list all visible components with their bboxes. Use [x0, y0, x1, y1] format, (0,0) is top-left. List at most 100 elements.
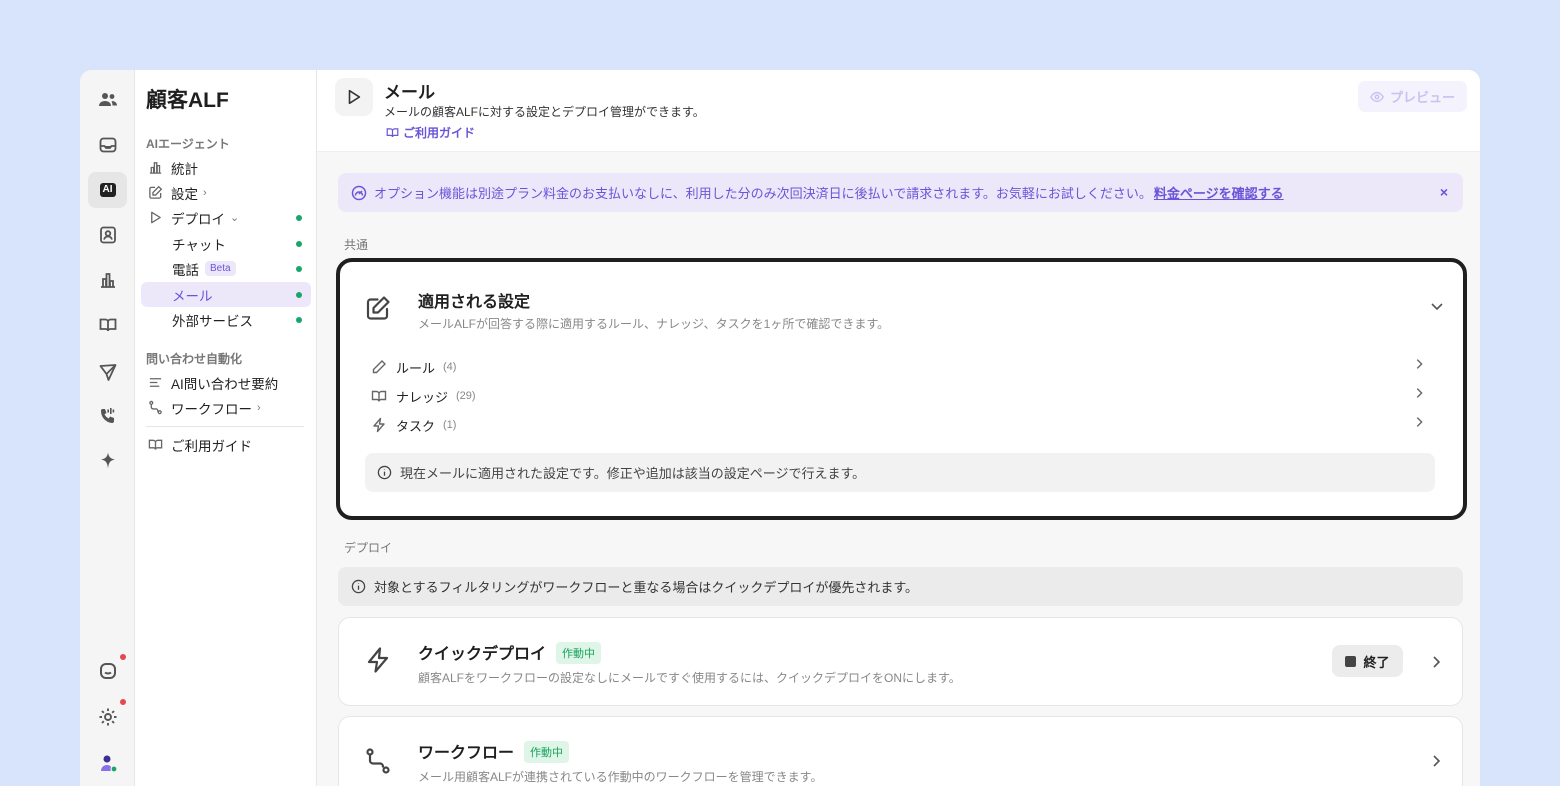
pencil-icon	[371, 359, 387, 375]
row-count: (4)	[443, 361, 457, 373]
beta-badge: Beta	[205, 261, 236, 276]
sidebar-item-settings[interactable]: 設定 ›	[141, 180, 311, 205]
chevron-right-icon: ›	[203, 186, 207, 199]
notification-dot	[120, 654, 126, 660]
gauge-icon	[351, 185, 367, 200]
pricing-link[interactable]: 料金ページを確認する	[1154, 183, 1284, 202]
settings-row-tasks[interactable]: タスク (1)	[371, 413, 1426, 437]
close-icon[interactable]: ×	[1440, 184, 1448, 200]
row-count: (1)	[443, 419, 457, 431]
sidebar-item-guide[interactable]: ご利用ガイド	[141, 432, 311, 457]
guide-link[interactable]: ご利用ガイド	[386, 124, 475, 141]
workflow-card[interactable]: ワークフロー 作動中 メール用顧客ALFが連携されている作動中のワークフローを管理…	[338, 716, 1463, 786]
section-deploy: デプロイ	[344, 541, 393, 555]
settings-row-rules[interactable]: ルール (4)	[371, 355, 1426, 379]
active-dot	[296, 266, 302, 272]
status-badge: 作動中	[524, 741, 570, 763]
sidebar-item-mail[interactable]: メール	[141, 282, 311, 307]
sidebar-item-label: 統計	[171, 161, 198, 177]
applied-settings-title: 適用される設定	[418, 294, 531, 311]
sidebar-item-workflow[interactable]: ワークフロー ›	[141, 395, 311, 420]
status-badge: 作動中	[556, 642, 602, 664]
chevron-down-icon: ⌄	[230, 212, 240, 224]
stop-icon	[1345, 655, 1357, 667]
brand-title: 顧客ALF	[146, 89, 229, 112]
sidebar-item-external[interactable]: 外部サービス	[141, 307, 311, 332]
send-icon[interactable]	[88, 354, 127, 390]
page-title: メール	[384, 83, 435, 102]
phone-icon[interactable]	[88, 398, 127, 434]
chevron-right-icon[interactable]	[1428, 654, 1444, 675]
section-common: 共通	[344, 238, 369, 252]
book-icon[interactable]	[88, 307, 127, 343]
deploy-info-text: 対象とするフィルタリングがワークフローと重なる場合はクイックデプロイが優先されま…	[374, 580, 919, 595]
sidebar-item-label: チャット	[172, 237, 226, 253]
analytics-icon[interactable]	[88, 262, 127, 298]
sidebar-item-summary[interactable]: AI問い合わせ要約	[141, 370, 311, 395]
book-icon	[371, 388, 387, 404]
lightning-icon	[364, 646, 392, 674]
banner-text: オプション機能は別途プラン料金のお支払いなしに、利用した分のみ次回決済日に後払い…	[374, 186, 1152, 201]
sidebar-item-label: 電話	[172, 262, 199, 278]
note-text: 現在メールに適用された設定です。修正や追加は該当の設定ページで行えます。	[400, 466, 866, 481]
chevron-down-icon[interactable]	[1429, 298, 1445, 319]
chevron-right-icon[interactable]	[1428, 753, 1444, 774]
people-icon[interactable]	[88, 82, 127, 118]
active-dot	[296, 241, 302, 247]
row-label: ナレッジ	[396, 389, 449, 405]
ai-agent-icon[interactable]: AI	[88, 172, 127, 208]
sidebar: 顧客ALF AIエージェント 統計 設定 › デプロイ ⌄ チャット 電話 Be…	[136, 70, 317, 786]
active-dot	[296, 292, 302, 298]
active-dot	[296, 317, 302, 323]
settings-row-knowledge[interactable]: ナレッジ (29)	[371, 384, 1426, 408]
workflow-description: メール用顧客ALFが連携されている作動中のワークフローを管理できます。	[418, 770, 823, 784]
chevron-right-icon	[1412, 386, 1426, 403]
sidebar-item-stats[interactable]: 統計	[141, 155, 311, 180]
avatar[interactable]	[88, 745, 127, 781]
preview-button[interactable]: プレビュー	[1358, 81, 1467, 112]
lightning-icon	[371, 417, 387, 433]
sparkle-icon[interactable]	[88, 443, 127, 479]
divider	[146, 426, 304, 427]
chevron-right-icon: ›	[257, 401, 261, 414]
stop-button-label: 終了	[1363, 654, 1390, 670]
active-dot	[296, 215, 302, 221]
contact-icon[interactable]	[88, 217, 127, 253]
sidebar-item-deploy[interactable]: デプロイ ⌄	[141, 205, 311, 230]
workflow-icon	[147, 400, 163, 416]
quick-deploy-title-row: クイックデプロイ 作動中	[418, 640, 602, 664]
section-inquiry-automation: 問い合わせ自動化	[146, 352, 243, 366]
notification-dot	[120, 699, 126, 705]
section-ai-agent: AIエージェント	[146, 137, 230, 151]
chart-icon	[147, 160, 163, 176]
sidebar-item-label: ワークフロー	[171, 401, 252, 417]
stop-button[interactable]: 終了	[1332, 645, 1403, 677]
row-label: タスク	[396, 418, 436, 434]
preview-button-label: プレビュー	[1389, 90, 1455, 105]
applied-settings-note: 現在メールに適用された設定です。修正や追加は該当の設定ページで行えます。	[365, 453, 1435, 492]
ai-label: AI	[99, 183, 116, 197]
edit-icon	[147, 185, 163, 201]
row-count: (29)	[456, 390, 476, 402]
chevron-right-icon	[1412, 415, 1426, 432]
book-icon	[147, 437, 163, 453]
sidebar-item-phone[interactable]: 電話 Beta	[141, 256, 311, 281]
quick-deploy-card[interactable]: クイックデプロイ 作動中 顧客ALFをワークフローの設定なしにメールですぐ使用する…	[338, 617, 1463, 706]
sidebar-item-label: デプロイ	[171, 211, 225, 227]
sidebar-item-label: メール	[172, 288, 213, 304]
applied-settings-description: メールALFが回答する際に適用するルール、ナレッジ、タスクを1ヶ所で確認できます…	[418, 317, 890, 331]
workflow-title: ワークフロー	[418, 745, 515, 762]
user-avatar-icon	[98, 753, 118, 773]
guide-link-label: ご利用ガイド	[403, 126, 476, 140]
sidebar-item-chat[interactable]: チャット	[141, 231, 311, 256]
sidebar-item-label: ご利用ガイド	[171, 438, 252, 454]
play-icon	[147, 210, 163, 226]
page-description: メールの顧客ALFに対する設定とデプロイ管理ができます。	[384, 105, 705, 119]
quick-deploy-description: 顧客ALFをワークフローの設定なしにメールですぐ使用するには、クイックデプロイを…	[418, 671, 961, 685]
deploy-info-bar: 対象とするフィルタリングがワークフローと重なる場合はクイックデプロイが優先されま…	[338, 567, 1463, 606]
edit-icon	[364, 294, 392, 322]
chevron-right-icon	[1412, 357, 1426, 374]
row-label: ルール	[396, 360, 436, 376]
inbox-icon[interactable]	[88, 127, 127, 163]
info-icon	[377, 465, 392, 480]
